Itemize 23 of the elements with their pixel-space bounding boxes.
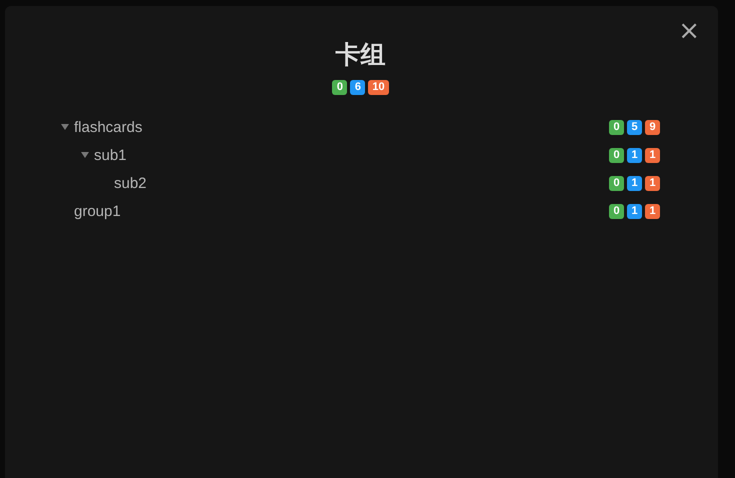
count-badge: 1 [627,204,642,218]
count-badge: 0 [609,120,624,134]
count-badge: 1 [627,148,642,162]
count-badge: 1 [645,176,660,190]
count-badge: 9 [645,120,660,134]
count-badge: 1 [645,204,660,218]
count-badge: 10 [368,80,389,95]
count-badge: 1 [627,176,642,190]
count-badge: 0 [609,176,624,190]
modal-title: 卡组 [334,40,386,70]
count-badge: 6 [350,80,366,95]
count-badge: 0 [332,80,348,95]
deck-name[interactable]: sub2 [114,174,147,192]
count-badge: 0 [609,204,624,218]
deck-name[interactable]: sub1 [94,146,127,164]
count-badge: 0 [609,148,624,162]
close-button[interactable]: × [674,18,704,44]
caret-icon[interactable] [81,152,89,158]
deck-name[interactable]: flashcards [74,118,142,136]
deck-name[interactable]: group1 [74,202,121,220]
count-badge: 5 [627,120,642,134]
caret-icon[interactable] [61,124,69,130]
count-badge: 1 [645,148,660,162]
